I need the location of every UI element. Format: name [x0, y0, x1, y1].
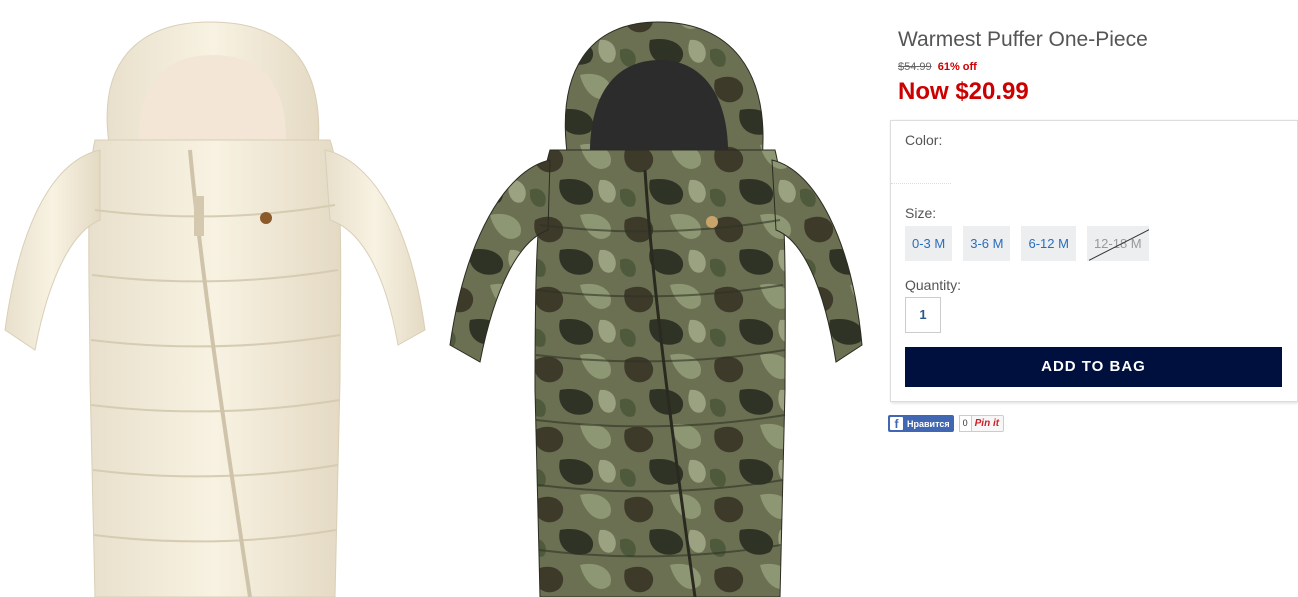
quantity-input[interactable]: 1 — [905, 297, 941, 333]
facebook-icon: f — [890, 417, 903, 431]
product-options-panel: Color: Size: 0-3 M 3-6 M 6-12 M 12-18 M … — [890, 120, 1298, 402]
quantity-label: Quantity: — [905, 277, 962, 293]
facebook-like-button[interactable]: f Нравится — [888, 415, 954, 432]
size-option-label: 12-18 M — [1093, 236, 1142, 251]
social-share-bar: f Нравится 0 Pin it — [888, 415, 1005, 432]
size-option-3-6m[interactable]: 3-6 M — [963, 226, 1011, 261]
original-price: $54.99 — [898, 61, 932, 73]
product-title: Warmest Puffer One-Piece — [898, 28, 1148, 51]
facebook-like-label: Нравится — [907, 418, 950, 429]
add-to-bag-button[interactable]: ADD TO BAG — [905, 347, 1282, 387]
camo-snowsuit-image — [449, 21, 863, 597]
size-selector: 0-3 M 3-6 M 6-12 M 12-18 M — [905, 226, 1149, 261]
cream-snowsuit-image — [4, 21, 426, 597]
size-option-0-3m[interactable]: 0-3 M — [905, 226, 953, 261]
price-line: $54.99 61% off — [898, 61, 977, 73]
product-photo-camo[interactable] — [440, 0, 870, 597]
sale-price: Now $20.99 — [898, 78, 1029, 105]
size-label: Size: — [905, 205, 937, 221]
facebook-like-count: 0 — [958, 415, 972, 432]
color-label: Color: — [905, 132, 943, 148]
pinterest-pin-button[interactable]: Pin it — [969, 415, 1005, 432]
divider — [891, 183, 951, 185]
discount-badge: 61% off — [937, 61, 977, 73]
size-option-6-12m[interactable]: 6-12 M — [1021, 226, 1076, 261]
product-photo-cream[interactable] — [0, 0, 430, 597]
size-option-12-18m-unavailable[interactable]: 12-18 M — [1086, 226, 1149, 261]
